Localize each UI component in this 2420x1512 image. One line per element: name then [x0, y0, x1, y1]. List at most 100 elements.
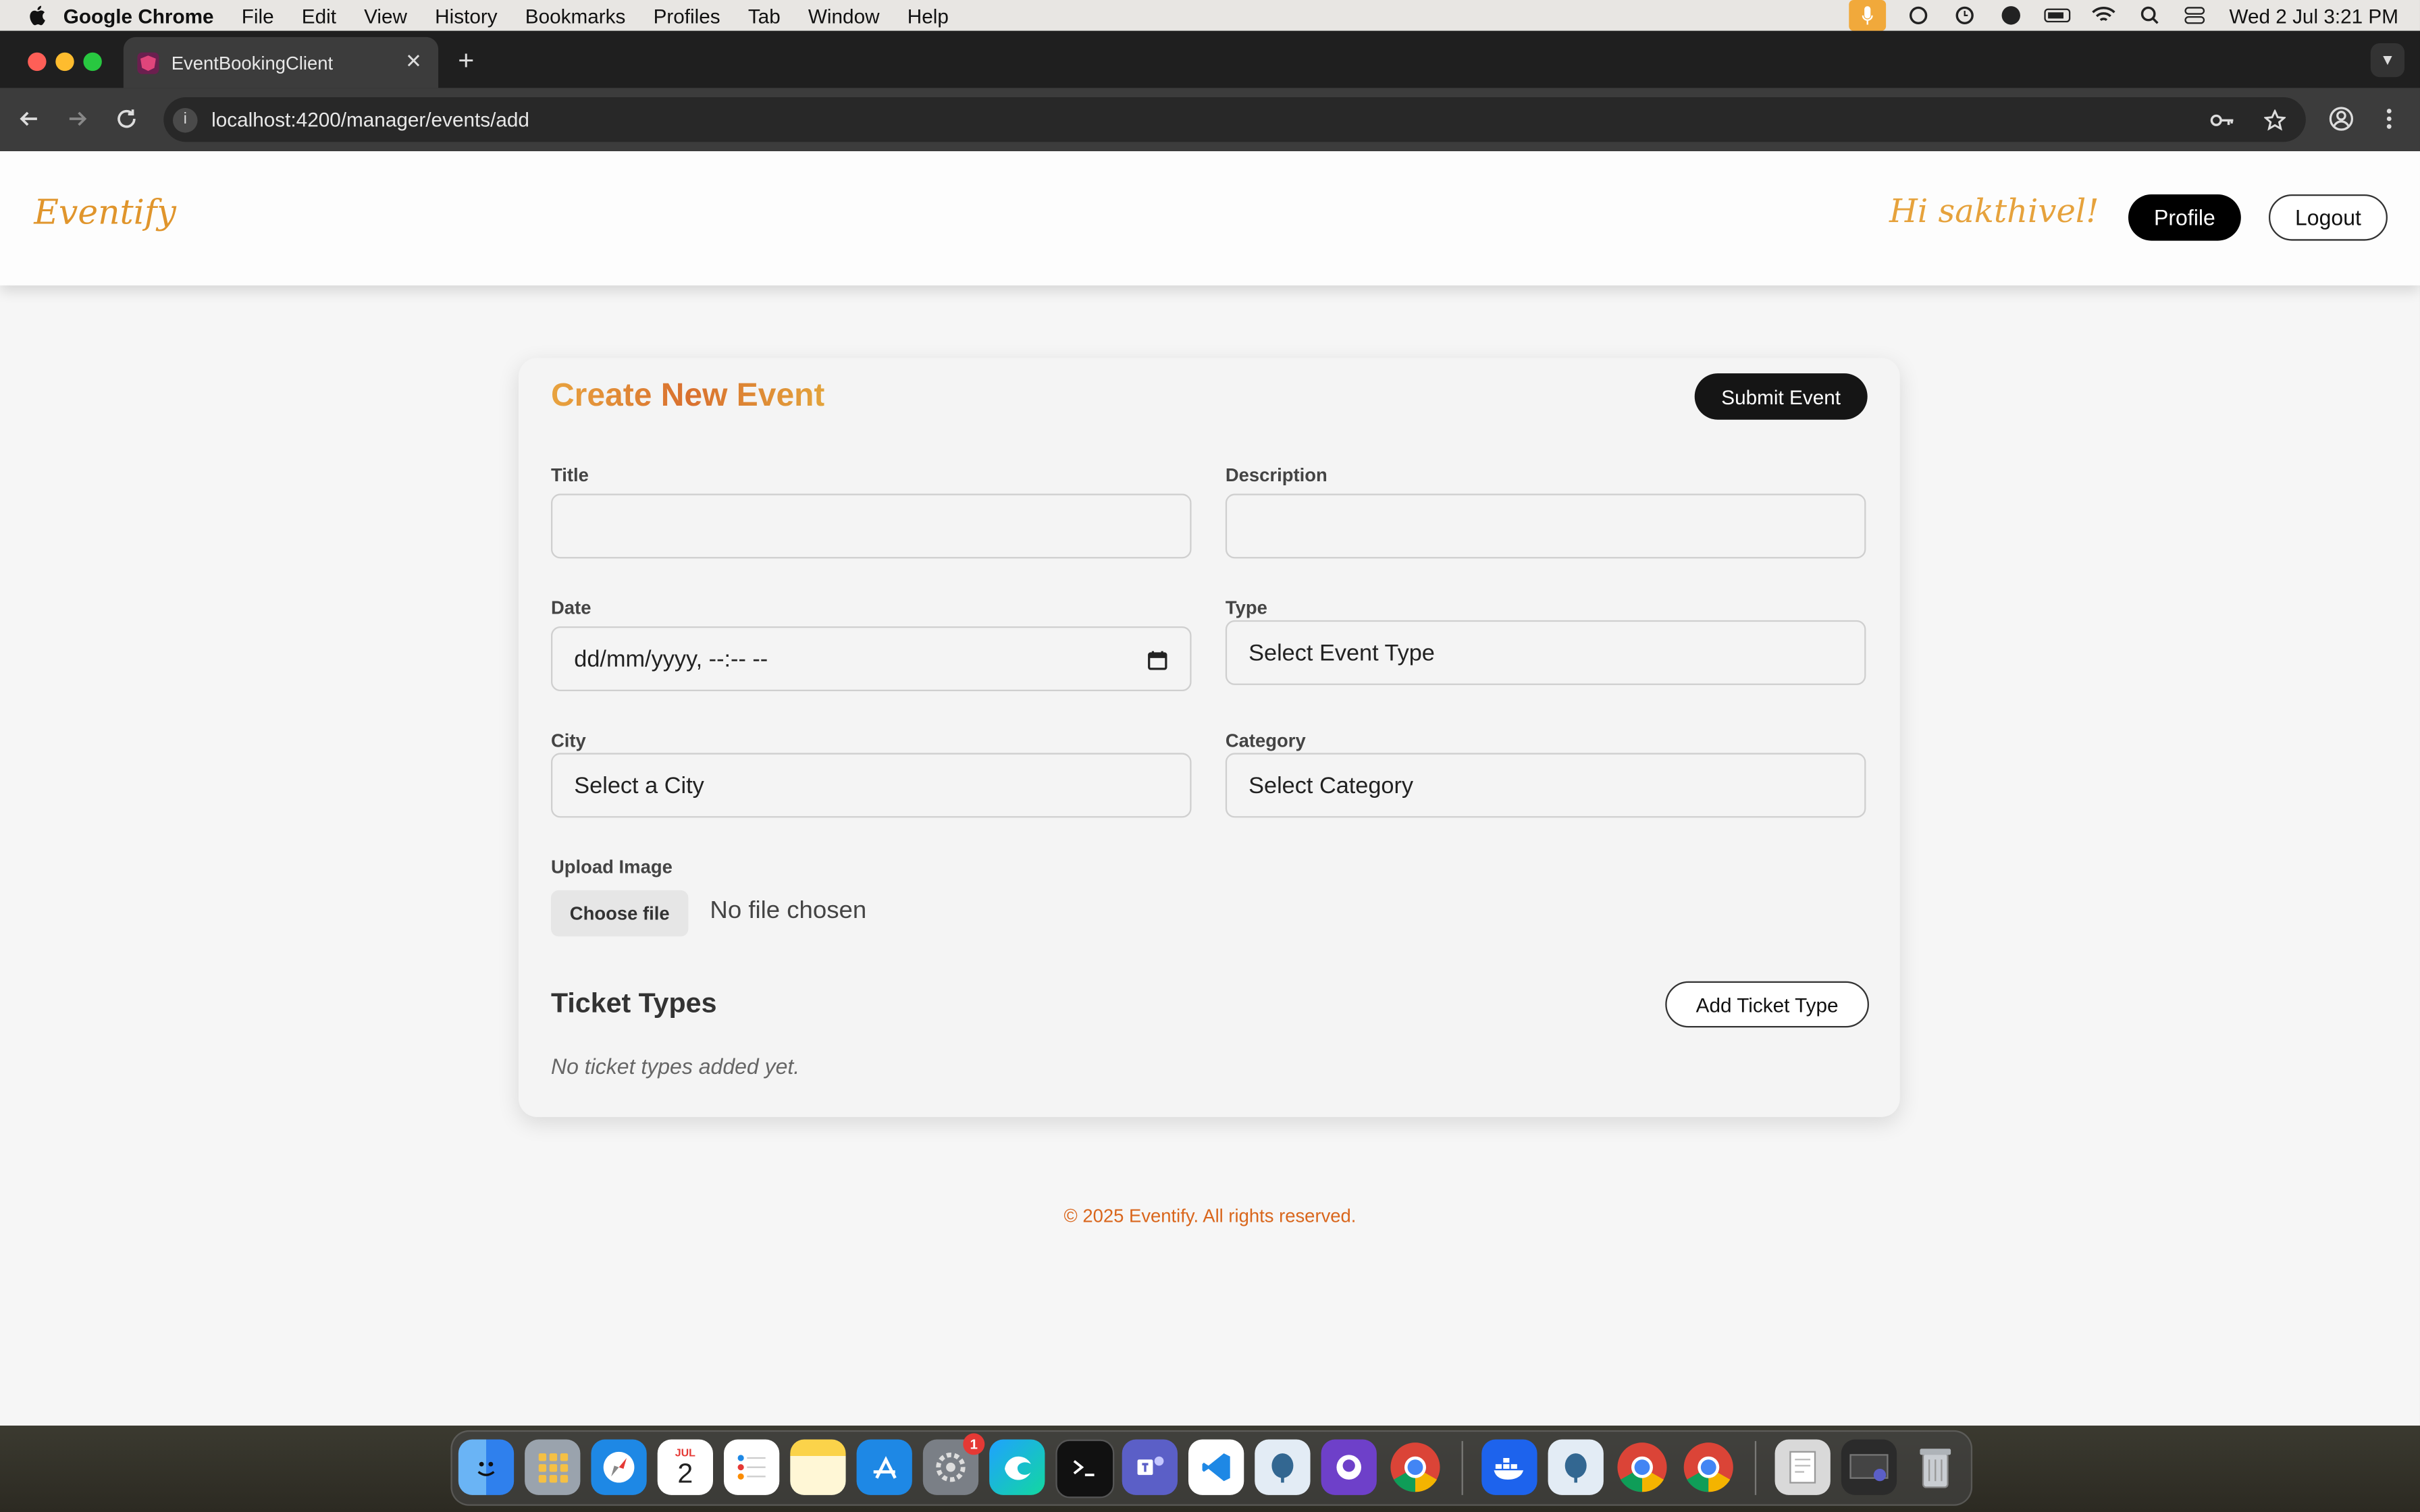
date-placeholder: dd/mm/yyyy, --:-- -- [574, 645, 768, 672]
ticket-types-empty-message: No ticket types added yet. [550, 1054, 800, 1079]
description-label: Description [1225, 464, 1327, 486]
create-event-card: Create New Event Submit Event Title Desc… [518, 358, 1900, 1117]
documents-folder-icon[interactable] [1774, 1439, 1831, 1495]
address-bar[interactable]: i localhost:4200/manager/events/add [163, 97, 2306, 142]
file-status-text: No file chosen [710, 898, 867, 925]
zoom-window-button[interactable] [83, 52, 102, 72]
menu-profiles[interactable]: Profiles [654, 4, 720, 27]
description-input[interactable] [1225, 493, 1866, 559]
address-url[interactable]: localhost:4200/manager/events/add [211, 108, 529, 131]
logout-button[interactable]: Logout [2268, 194, 2388, 241]
menu-view[interactable]: View [364, 4, 407, 27]
macos-menubar: Google Chrome File Edit View History Boo… [0, 0, 2420, 31]
launchpad-icon[interactable] [525, 1439, 581, 1495]
angular-favicon-icon [137, 51, 159, 74]
page-viewport: Eventify Hi sakthivel! Profile Logout Cr… [0, 151, 2420, 1426]
github-desktop-icon[interactable] [1321, 1439, 1377, 1495]
minimize-window-button[interactable] [55, 52, 74, 72]
pgadmin-icon[interactable] [1548, 1439, 1604, 1495]
macos-dock: JUL 2 1 [450, 1430, 1973, 1506]
chrome-icon[interactable] [1388, 1440, 1443, 1495]
page-title: Create New Event [551, 378, 824, 415]
postgres-elephant-icon[interactable] [1255, 1439, 1311, 1495]
date-label: Date [550, 597, 591, 619]
menu-help[interactable]: Help [908, 4, 949, 27]
safari-icon[interactable] [591, 1439, 647, 1495]
category-value: Select Category [1248, 772, 1414, 799]
browser-tabstrip: EventBookingClient ✕ + ▼ [0, 30, 2420, 88]
city-select[interactable]: Select a City [550, 753, 1192, 818]
browser-menu-icon[interactable] [2373, 103, 2404, 134]
password-key-icon[interactable] [2210, 108, 2235, 133]
teams-icon[interactable] [1122, 1439, 1178, 1495]
focus-moon-icon[interactable] [1998, 5, 2026, 26]
window-preview-icon[interactable] [1841, 1439, 1897, 1495]
menu-file[interactable]: File [242, 4, 274, 27]
microphone-icon[interactable] [1849, 0, 1887, 31]
wifi-icon[interactable] [2090, 5, 2118, 26]
menu-bookmarks[interactable]: Bookmarks [525, 4, 626, 27]
site-navbar: Eventify Hi sakthivel! Profile Logout [0, 151, 2420, 286]
finder-icon[interactable] [458, 1439, 515, 1495]
chrome-profile-icon[interactable] [1614, 1440, 1670, 1495]
reminders-icon[interactable] [723, 1439, 780, 1495]
category-select[interactable]: Select Category [1225, 753, 1866, 818]
cloud-sync-icon[interactable] [1905, 5, 1932, 26]
new-tab-button[interactable]: + [450, 45, 481, 76]
spotlight-search-icon[interactable] [2136, 5, 2164, 26]
tab-close-icon[interactable]: ✕ [403, 50, 425, 72]
vscode-icon[interactable] [1188, 1439, 1244, 1495]
reload-icon[interactable] [111, 103, 142, 134]
profile-avatar-icon[interactable] [2326, 103, 2357, 134]
app-store-icon[interactable] [856, 1439, 912, 1495]
docker-icon[interactable] [1481, 1439, 1537, 1495]
brand-logo[interactable]: Eventify [34, 194, 176, 233]
footer-copyright: © 2025 Eventify. All rights reserved. [1063, 1205, 1357, 1227]
upload-image-label: Upload Image [550, 856, 673, 878]
calendar-day: 2 [677, 1457, 693, 1488]
system-settings-icon[interactable]: 1 [922, 1433, 985, 1495]
city-label: City [550, 730, 586, 752]
close-window-button[interactable] [28, 52, 47, 72]
menu-edit[interactable]: Edit [302, 4, 336, 27]
event-type-select[interactable]: Select Event Type [1225, 620, 1866, 685]
bookmark-star-icon[interactable] [2263, 108, 2288, 133]
ticket-types-heading: Ticket Types [550, 987, 717, 1019]
city-value: Select a City [574, 772, 704, 799]
control-center-icon[interactable] [2183, 5, 2211, 26]
apple-icon[interactable] [26, 5, 48, 26]
event-type-value: Select Event Type [1248, 639, 1435, 666]
site-info-icon[interactable]: i [172, 107, 198, 132]
profile-button[interactable]: Profile [2128, 194, 2241, 241]
choose-file-button[interactable]: Choose file [550, 890, 689, 937]
calendar-app-icon[interactable]: JUL 2 [657, 1439, 713, 1495]
menubar-clock[interactable]: Wed 2 Jul 3:21 PM [2229, 4, 2398, 27]
browser-toolbar: i localhost:4200/manager/events/add [0, 88, 2420, 151]
menu-history[interactable]: History [435, 4, 497, 27]
edge-icon[interactable] [989, 1439, 1045, 1495]
battery-icon[interactable] [2044, 5, 2072, 26]
submit-event-button[interactable]: Submit Event [1694, 373, 1868, 420]
date-input[interactable]: dd/mm/yyyy, --:-- -- [550, 626, 1192, 691]
user-greeting: Hi sakthivel! [1889, 192, 2099, 230]
terminal-icon[interactable] [1055, 1439, 1115, 1498]
category-label: Category [1225, 730, 1306, 752]
notes-icon[interactable] [790, 1439, 846, 1495]
title-label: Title [550, 464, 589, 486]
omnibox-actions [2210, 108, 2287, 133]
tab-search-chevron-icon[interactable]: ▼ [2370, 43, 2405, 78]
time-machine-icon[interactable] [1951, 5, 1979, 26]
menu-app-name[interactable]: Google Chrome [63, 4, 214, 27]
chrome-profile-2-icon[interactable] [1681, 1440, 1736, 1495]
trash-icon[interactable] [1908, 1440, 1963, 1495]
status-area: Wed 2 Jul 3:21 PM [1849, 0, 2398, 31]
calendar-icon[interactable] [1147, 649, 1168, 671]
forward-arrow-icon[interactable] [61, 103, 93, 134]
menu-tab[interactable]: Tab [748, 4, 781, 27]
back-arrow-icon[interactable] [14, 103, 45, 134]
menu-window[interactable]: Window [808, 4, 880, 27]
title-input[interactable] [550, 493, 1192, 559]
add-ticket-type-button[interactable]: Add Ticket Type [1665, 981, 1869, 1028]
settings-notification-badge: 1 [963, 1433, 985, 1455]
browser-tab-active[interactable]: EventBookingClient ✕ [123, 36, 439, 88]
